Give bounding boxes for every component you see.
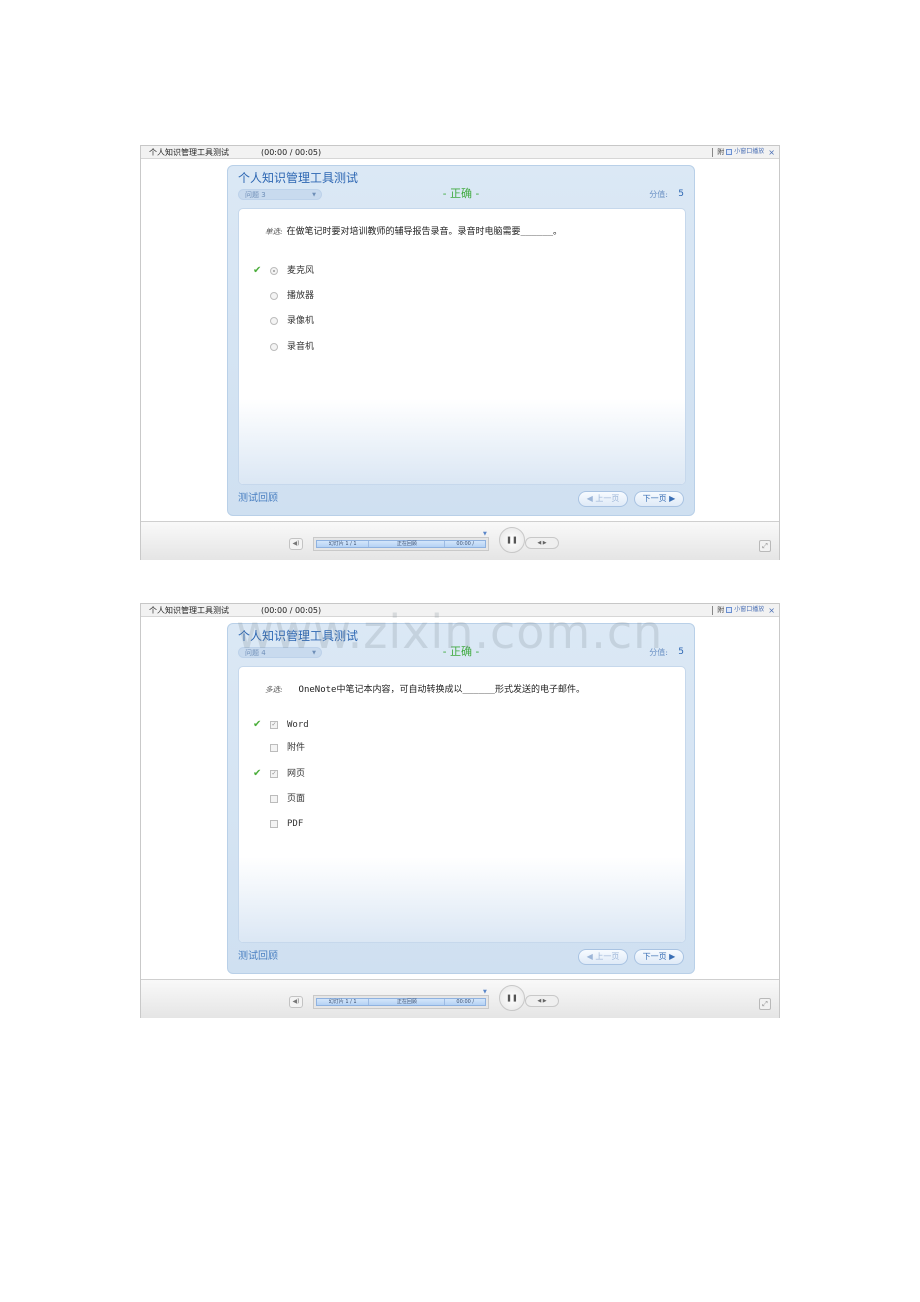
next-page-button[interactable]: 下一页 ▶ — [634, 491, 684, 507]
playback-time: 00:00 / — [456, 999, 475, 1005]
option-item[interactable]: 录像机 — [253, 314, 653, 328]
attachments-button[interactable]: 附 — [717, 606, 724, 615]
radio-button[interactable] — [270, 267, 278, 275]
score-label: 分值: — [649, 190, 668, 199]
check-icon: ✔ — [253, 768, 262, 779]
window-title: 个人知识管理工具测试 — [149, 148, 229, 157]
fullscreen-icon[interactable]: ⤢ — [759, 540, 771, 552]
option-item[interactable]: ✔ ✓ 网页 — [253, 767, 653, 781]
dropdown-arrow-icon[interactable]: ▼ — [483, 989, 487, 995]
playback-state: 正在回顾 — [369, 999, 446, 1005]
mini-window-icon — [726, 149, 733, 155]
score-value: 5 — [678, 647, 684, 657]
volume-icon[interactable]: ◀) — [289, 996, 303, 1008]
quiz-player-2: 个人知识管理工具测试 (00:00 / 00:05) 附 小窗口播放 × 个人知… — [140, 603, 780, 1018]
check-icon: ✔ — [253, 265, 262, 276]
question-text: OneNote中笔记本内容，可自动转换成以______形式发送的电子邮件。 — [298, 685, 585, 695]
prev-page-button[interactable]: ◀ 上一页 — [578, 491, 628, 507]
score-value: 5 — [678, 189, 684, 199]
mini-window-button[interactable]: 小窗口播放 — [734, 606, 764, 614]
option-label: 附件 — [287, 743, 306, 753]
window-title: 个人知识管理工具测试 — [149, 606, 229, 615]
radio-button[interactable] — [270, 317, 278, 325]
next-page-button[interactable]: 下一页 ▶ — [634, 949, 684, 965]
option-item[interactable]: 附件 — [253, 741, 653, 755]
pause-button[interactable]: ❚❚ — [499, 985, 525, 1011]
question-text: 在做笔记时要对培训教师的辅导报告录音。录音时电脑需要______。 — [286, 227, 563, 237]
window-titlebar: 个人知识管理工具测试 (00:00 / 00:05) 附 小窗口播放 × — [141, 145, 779, 159]
divider — [712, 605, 714, 615]
option-label: 页面 — [287, 794, 306, 804]
close-icon[interactable]: × — [768, 148, 775, 157]
question: 单选: 在做笔记时要对培训教师的辅导报告录音。录音时电脑需要______。 — [265, 225, 562, 239]
option-label: 麦克风 — [287, 266, 315, 276]
playback-time: 00:00 / — [456, 541, 475, 547]
option-item[interactable]: PDF — [253, 817, 653, 831]
radio-button[interactable] — [270, 343, 278, 351]
attachments-button[interactable]: 附 — [717, 148, 724, 157]
option-label: 播放器 — [287, 291, 315, 301]
fullscreen-icon[interactable]: ⤢ — [759, 998, 771, 1010]
question-panel: 单选: 在做笔记时要对培训教师的辅导报告录音。录音时电脑需要______。 ✔ 麦… — [238, 208, 686, 485]
watermark: www.zixin.com.cn — [236, 605, 664, 659]
titlebar-actions: 附 小窗口播放 × — [712, 146, 775, 158]
playback-state: 正在回顾 — [369, 541, 446, 547]
quiz-card: 个人知识管理工具测试 问题 4 ▼ - 正确 - 分值: 5 多选: OneNot… — [227, 623, 695, 974]
close-icon[interactable]: × — [768, 606, 775, 615]
option-label: 录像机 — [287, 316, 315, 326]
mini-window-button[interactable]: 小窗口播放 — [734, 148, 764, 156]
option-item[interactable]: 录音机 — [253, 340, 653, 354]
question: 多选: OneNote中笔记本内容，可自动转换成以______形式发送的电子邮件。 — [265, 683, 585, 697]
dropdown-arrow-icon[interactable]: ▼ — [483, 531, 487, 537]
playback-controls: ◀) 幻灯片 1 / 1 正在回顾 00:00 / ▼ ❚❚ ◀ ▶ ⤢ — [141, 521, 779, 560]
titlebar-actions: 附 小窗口播放 × — [712, 604, 775, 616]
result-status: - 正确 - — [442, 187, 480, 200]
checkbox[interactable] — [270, 744, 278, 752]
question-type: 单选: — [265, 227, 283, 236]
pause-button[interactable]: ❚❚ — [499, 527, 525, 553]
rewind-forward-buttons[interactable]: ◀ ▶ — [525, 995, 559, 1007]
quiz-player-1: 个人知识管理工具测试 (00:00 / 00:05) 附 小窗口播放 × 个人知… — [140, 145, 780, 560]
checkbox[interactable] — [270, 795, 278, 803]
rewind-forward-buttons[interactable]: ◀ ▶ — [525, 537, 559, 549]
option-label: 网页 — [287, 769, 306, 779]
option-item[interactable]: ✔ ✓ Word — [253, 718, 653, 732]
checkbox[interactable]: ✓ — [270, 721, 278, 729]
option-item[interactable]: 播放器 — [253, 289, 653, 303]
option-item[interactable]: 页面 — [253, 792, 653, 806]
playback-controls: ◀) 幻灯片 1 / 1 正在回顾 00:00 / ▼ ❚❚ ◀ ▶ ⤢ — [141, 979, 779, 1018]
option-label: Word — [287, 720, 309, 730]
option-item[interactable]: ✔ 麦克风 — [253, 264, 653, 278]
check-icon: ✔ — [253, 719, 262, 730]
option-label: 录音机 — [287, 342, 315, 352]
quiz-card: 个人知识管理工具测试 问题 3 ▼ - 正确 - 分值: 5 单选: 在做笔记时要… — [227, 165, 695, 516]
quiz-review-link[interactable]: 测试回顾 — [238, 950, 278, 964]
radio-button[interactable] — [270, 292, 278, 300]
progress-bar[interactable]: 幻灯片 1 / 1 正在回顾 00:00 / — [313, 537, 489, 551]
quiz-title: 个人知识管理工具测试 — [238, 171, 359, 185]
prev-page-button[interactable]: ◀ 上一页 — [578, 949, 628, 965]
mini-window-icon — [726, 607, 733, 613]
divider — [712, 147, 714, 157]
question-type: 多选: — [265, 685, 283, 694]
slide-counter: 幻灯片 1 / 1 — [317, 999, 370, 1005]
progress-bar[interactable]: 幻灯片 1 / 1 正在回顾 00:00 / — [313, 995, 489, 1009]
question-panel: 多选: OneNote中笔记本内容，可自动转换成以______形式发送的电子邮件。… — [238, 666, 686, 943]
slide-counter: 幻灯片 1 / 1 — [317, 541, 370, 547]
volume-icon[interactable]: ◀) — [289, 538, 303, 550]
option-label: PDF — [287, 819, 304, 829]
elapsed-time: (00:00 / 00:05) — [261, 148, 322, 157]
checkbox[interactable]: ✓ — [270, 770, 278, 778]
checkbox[interactable] — [270, 820, 278, 828]
quiz-review-link[interactable]: 测试回顾 — [238, 492, 278, 506]
